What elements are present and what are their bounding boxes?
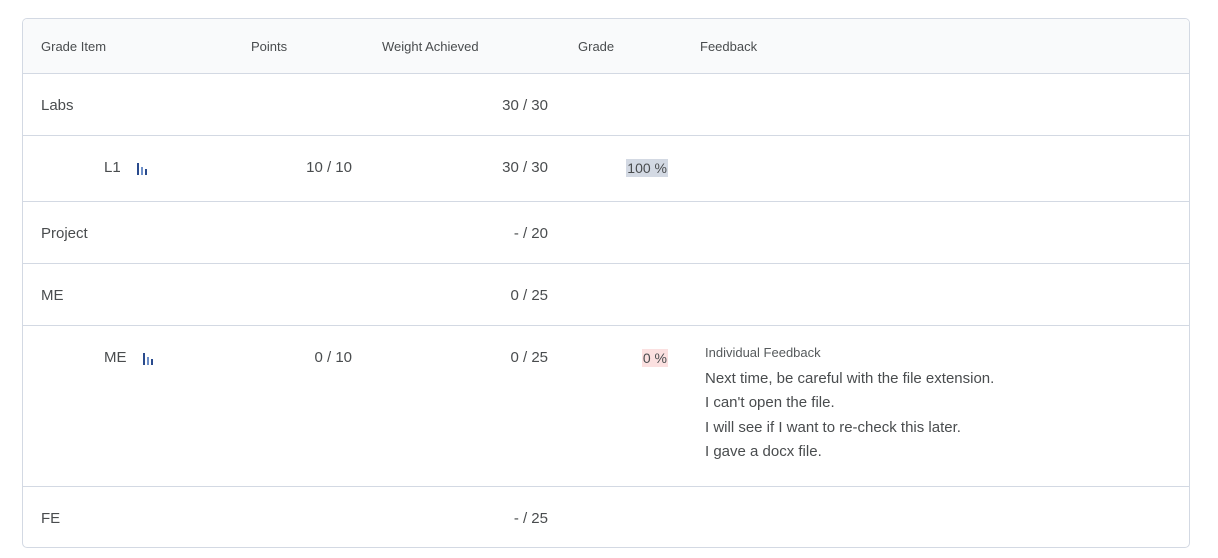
- grade-item-name: FE: [41, 510, 61, 527]
- table-row: L1 10 / 10 30 / 30 100 %: [23, 136, 1189, 202]
- column-header-points: Points: [251, 39, 288, 54]
- weight-achieved-value: - / 25: [513, 510, 548, 527]
- weight-achieved-value: 30 / 30: [502, 159, 548, 176]
- grades-table: Grade Item Points Weight Achieved Grade …: [22, 18, 1190, 548]
- column-header-grade-item: Grade Item: [41, 39, 107, 54]
- bar-chart-icon[interactable]: [142, 352, 156, 366]
- table-row: ME 0 / 25: [23, 264, 1189, 326]
- grade-value: 100 %: [626, 159, 668, 177]
- grade-value: 0 %: [641, 349, 668, 367]
- bar-chart-icon[interactable]: [136, 162, 150, 176]
- table-header: Grade Item Points Weight Achieved Grade …: [23, 19, 1189, 74]
- weight-achieved-value: 0 / 25: [510, 349, 548, 366]
- weight-achieved-value: - / 20: [513, 225, 548, 242]
- feedback-line: I will see if I want to re-check this la…: [705, 419, 961, 436]
- table-row: Labs 30 / 30: [23, 74, 1189, 136]
- grade-item-name: ME: [104, 349, 127, 366]
- points-value: 10 / 10: [306, 159, 352, 176]
- points-value: 0 / 10: [314, 349, 352, 366]
- grade-item-name: ME: [41, 287, 64, 304]
- column-header-weight-achieved: Weight Achieved: [382, 39, 479, 54]
- weight-achieved-value: 0 / 25: [510, 287, 548, 304]
- grade-item-name: Project: [41, 225, 88, 242]
- feedback-line: I can't open the file.: [705, 394, 835, 411]
- table-row: Project - / 20: [23, 202, 1189, 264]
- column-header-grade: Grade: [578, 39, 615, 54]
- table-row: FE - / 25: [23, 487, 1189, 547]
- weight-achieved-value: 30 / 30: [502, 97, 548, 114]
- grade-item-name: Labs: [41, 97, 74, 114]
- table-row: ME 0 / 10 0 / 25 0 % Individual Feedback…: [23, 326, 1189, 487]
- grade-item-name: L1: [104, 159, 121, 176]
- column-header-feedback: Feedback: [700, 39, 758, 54]
- feedback-title: Individual Feedback: [705, 345, 821, 360]
- feedback-line: I gave a docx file.: [705, 443, 822, 460]
- feedback-line: Next time, be careful with the file exte…: [705, 370, 995, 387]
